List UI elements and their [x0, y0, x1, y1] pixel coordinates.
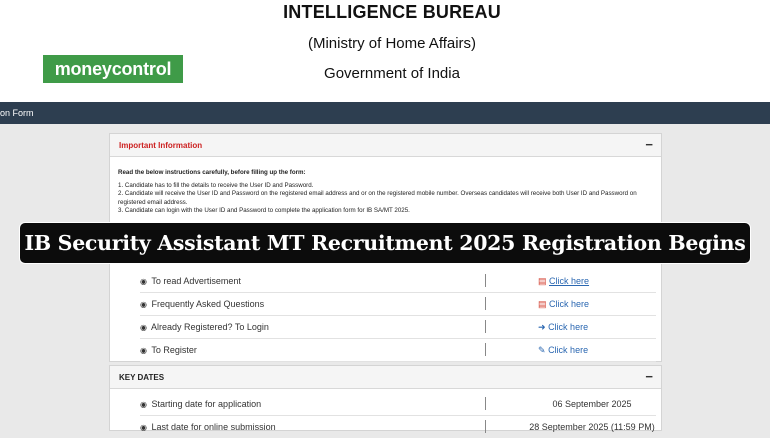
- circle-icon: ◉: [140, 400, 147, 409]
- edit-icon: ✎: [538, 345, 546, 355]
- row-label: Starting date for application: [151, 399, 262, 409]
- key-dates-header[interactable]: KEY DATES −: [110, 366, 661, 389]
- key-dates-panel: KEY DATES − ◉ Starting date for applicat…: [109, 365, 662, 433]
- list-item: ◉ To read Advertisement ▤ Click here: [140, 270, 656, 293]
- circle-icon: ◉: [140, 346, 147, 355]
- row-value: 06 September 2025: [552, 399, 632, 409]
- circle-icon: ◉: [140, 323, 147, 332]
- divider: [485, 343, 486, 356]
- row-label: Frequently Asked Questions: [151, 299, 265, 309]
- row-label: To Register: [151, 345, 197, 355]
- site-header: INTELLIGENCE BUREAU (Ministry of Home Af…: [0, 0, 770, 102]
- collapse-icon[interactable]: −: [645, 369, 653, 384]
- important-info-title: Important Information: [119, 141, 203, 150]
- divider: [485, 320, 486, 333]
- instruction-item: 2. Candidate will receive the User ID an…: [118, 190, 637, 206]
- instructions-intro: Read the below instructions carefully, b…: [118, 169, 306, 176]
- register-link[interactable]: ✎ Click here: [538, 345, 588, 356]
- government-subtitle: Government of India: [324, 65, 460, 82]
- moneycontrol-logo: moneycontrol: [43, 55, 183, 83]
- circle-icon: ◉: [140, 300, 147, 309]
- important-info-body: Read the below instructions carefully, b…: [110, 157, 661, 216]
- table-row: ◉ Starting date for application 06 Septe…: [140, 393, 656, 416]
- row-label: Already Registered? To Login: [151, 322, 269, 332]
- important-info-header[interactable]: Important Information −: [110, 134, 661, 157]
- list-item: ◉ Already Registered? To Login ➜ Click h…: [140, 316, 656, 339]
- pdf-icon: ▤: [538, 276, 547, 286]
- headline-text: IB Security Assistant MT Recruitment 202…: [24, 231, 746, 255]
- navbar: on Form: [0, 102, 770, 124]
- circle-icon: ◉: [140, 277, 147, 286]
- table-row: ◉ Last date for online submission 28 Sep…: [140, 416, 656, 438]
- instruction-item: 1. Candidate has to fill the details to …: [118, 181, 314, 189]
- nav-item-application-form[interactable]: on Form: [0, 108, 34, 118]
- headline-banner: IB Security Assistant MT Recruitment 202…: [19, 222, 751, 264]
- instruction-item: 3. Candidate can login with the User ID …: [118, 207, 410, 215]
- divider: [485, 397, 486, 410]
- divider: [485, 274, 486, 287]
- divider: [485, 297, 486, 310]
- page-title: INTELLIGENCE BUREAU: [283, 2, 501, 22]
- divider: [485, 420, 486, 433]
- ministry-subtitle: (Ministry of Home Affairs): [307, 35, 477, 52]
- faq-link[interactable]: ▤ Click here: [538, 299, 589, 310]
- important-info-panel: Important Information − Read the below i…: [109, 133, 662, 233]
- row-label: To read Advertisement: [151, 276, 241, 286]
- list-item: ◉ Frequently Asked Questions ▤ Click her…: [140, 293, 656, 316]
- key-dates-title: KEY DATES: [119, 373, 165, 382]
- links-panel: ◉ To read Advertisement ▤ Click here ◉ F…: [109, 262, 662, 362]
- login-link[interactable]: ➜ Click here: [538, 322, 588, 333]
- collapse-icon[interactable]: −: [645, 137, 653, 152]
- sign-in-icon: ➜: [538, 322, 546, 332]
- pdf-icon: ▤: [538, 299, 547, 309]
- list-item: ◉ To Register ✎ Click here: [140, 339, 656, 362]
- advertisement-link[interactable]: ▤ Click here: [538, 276, 589, 287]
